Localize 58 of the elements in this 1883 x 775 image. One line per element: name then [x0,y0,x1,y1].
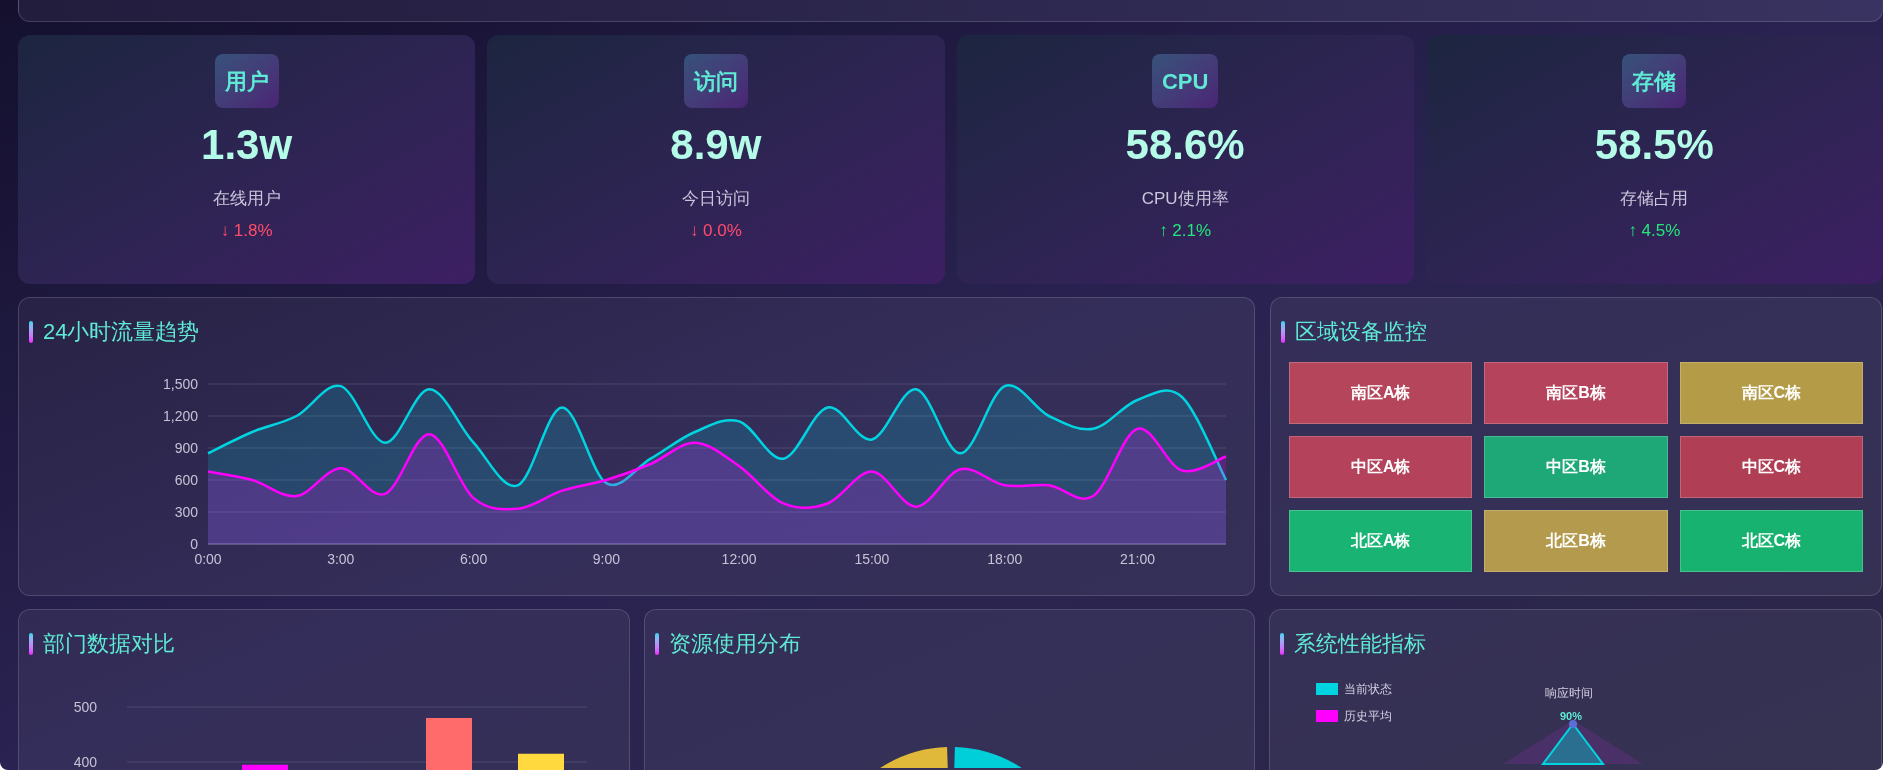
stat-label: 存储占用 [1620,188,1689,210]
stat-change: ↑ 4.5% [1628,219,1681,242]
axis-label: 1,200 [162,408,198,424]
stat-badge: 存储 [1622,54,1687,108]
axis-label: 12:00 [721,551,757,567]
title-accent-bar [1281,321,1285,343]
stat-badge: CPU [1151,54,1219,108]
device-tile: 中区C栋 [1679,436,1863,498]
title-accent-bar [29,321,33,343]
panel-title: 部门数据对比 [43,633,175,655]
stat-change: ↑ 2.1% [1159,219,1212,242]
title-accent-bar [29,633,33,655]
stat-label: CPU使用率 [1141,188,1229,210]
stat-value: 8.9w [670,124,762,166]
legend-label: 历史平均 [1344,708,1392,725]
device-tile: 北区B栋 [1484,510,1668,572]
stat-value: 58.6% [1125,124,1245,166]
axis-label: 900 [174,440,198,456]
panel-title: 系统性能指标 [1294,633,1426,655]
device-tile: 南区B栋 [1484,362,1668,424]
stat-badge: 访问 [683,54,748,108]
axis-label: 500 [73,699,97,715]
title-accent-bar [655,633,659,655]
axis-label: 300 [174,504,198,520]
stat-label: 今日访问 [681,188,750,210]
device-tile: 南区A栋 [1289,362,1473,424]
device-tile: 中区A栋 [1289,436,1473,498]
axis-label: 0 [190,536,198,552]
axis-label: 21:00 [1119,551,1155,567]
device-tile: 北区A栋 [1289,510,1473,572]
radar-axis-label: 响应时间 [1545,685,1593,702]
panel-title: 区域设备监控 [1295,321,1427,343]
panel-title: 24小时流量趋势 [43,321,200,343]
axis-label: 400 [73,754,97,770]
axis-label: 15:00 [854,551,890,567]
device-tile: 中区B栋 [1484,436,1668,498]
title-accent-bar [1280,633,1284,655]
stat-change: ↓ 1.8% [220,219,273,242]
bar [518,753,564,770]
panel-title: 资源使用分布 [669,633,801,655]
stat-badge: 用户 [214,54,279,108]
stat-change: ↓ 0.0% [689,219,742,242]
axis-label: 18:00 [987,551,1023,567]
axis-label: 1,500 [162,376,198,392]
axis-label: 600 [174,472,198,488]
device-tile: 北区C栋 [1679,510,1863,572]
bar [426,718,472,770]
radar-value-label: 90% [1560,709,1583,724]
axis-label: 6:00 [459,551,488,567]
stat-value: 1.3w [201,124,293,166]
axis-label: 3:00 [327,551,355,567]
bar [242,764,288,770]
stat-label: 在线用户 [212,188,281,210]
axis-label: 9:00 [592,551,620,567]
legend-label: 当前状态 [1344,681,1392,698]
device-tile: 南区C栋 [1679,362,1863,424]
stat-value: 58.5% [1594,124,1714,166]
axis-label: 0:00 [194,551,222,567]
